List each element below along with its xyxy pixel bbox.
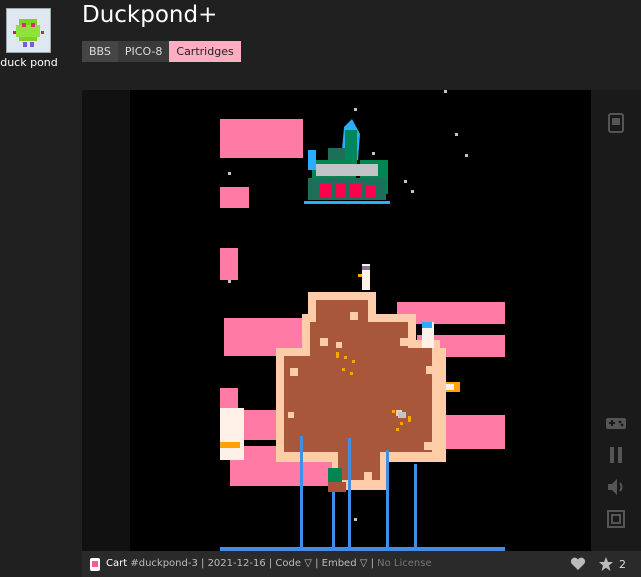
cart-meta: Cart #duckpond-3 | 2021-12-16 | Code ▽ |… [106, 558, 432, 569]
cart-footer: Cart #duckpond-3 | 2021-12-16 | Code ▽ |… [82, 551, 641, 577]
cart-label: Cart [106, 558, 128, 569]
cart-date: 2021-12-16 [207, 558, 266, 569]
duck-avatar-icon [7, 9, 50, 52]
author-avatar[interactable] [6, 8, 51, 53]
player-sidebar [591, 90, 641, 551]
fullscreen-icon[interactable] [605, 508, 627, 530]
cartridge-small-icon [90, 558, 100, 571]
separator: | [367, 558, 378, 569]
embed-dropdown[interactable]: Embed ▽ [322, 558, 368, 569]
separator: | [265, 558, 276, 569]
heart-icon[interactable] [570, 557, 586, 571]
game-player [82, 90, 641, 551]
breadcrumb-cartridges[interactable]: Cartridges [169, 41, 241, 62]
license-text: No License [377, 558, 432, 569]
breadcrumb-pico8[interactable]: PICO-8 [117, 41, 170, 62]
pause-icon[interactable] [605, 444, 627, 466]
cart-id: #duckpond-3 [130, 558, 198, 569]
author-name[interactable]: duck pond [0, 56, 58, 69]
page-title: Duckpond+ [82, 2, 218, 28]
cartridge-icon[interactable] [605, 112, 627, 134]
gamepad-icon[interactable] [605, 412, 627, 434]
breadcrumb-bbs[interactable]: BBS [82, 41, 118, 62]
sound-icon[interactable] [605, 476, 627, 498]
separator: | [311, 558, 322, 569]
breadcrumb: BBS PICO-8 Cartridges [82, 41, 241, 62]
like-count: 2 [619, 558, 626, 571]
game-canvas [130, 90, 591, 551]
code-dropdown[interactable]: Code ▽ [275, 558, 311, 569]
star-icon[interactable] [598, 556, 614, 572]
separator: | [197, 558, 208, 569]
game-screen[interactable] [130, 90, 591, 551]
